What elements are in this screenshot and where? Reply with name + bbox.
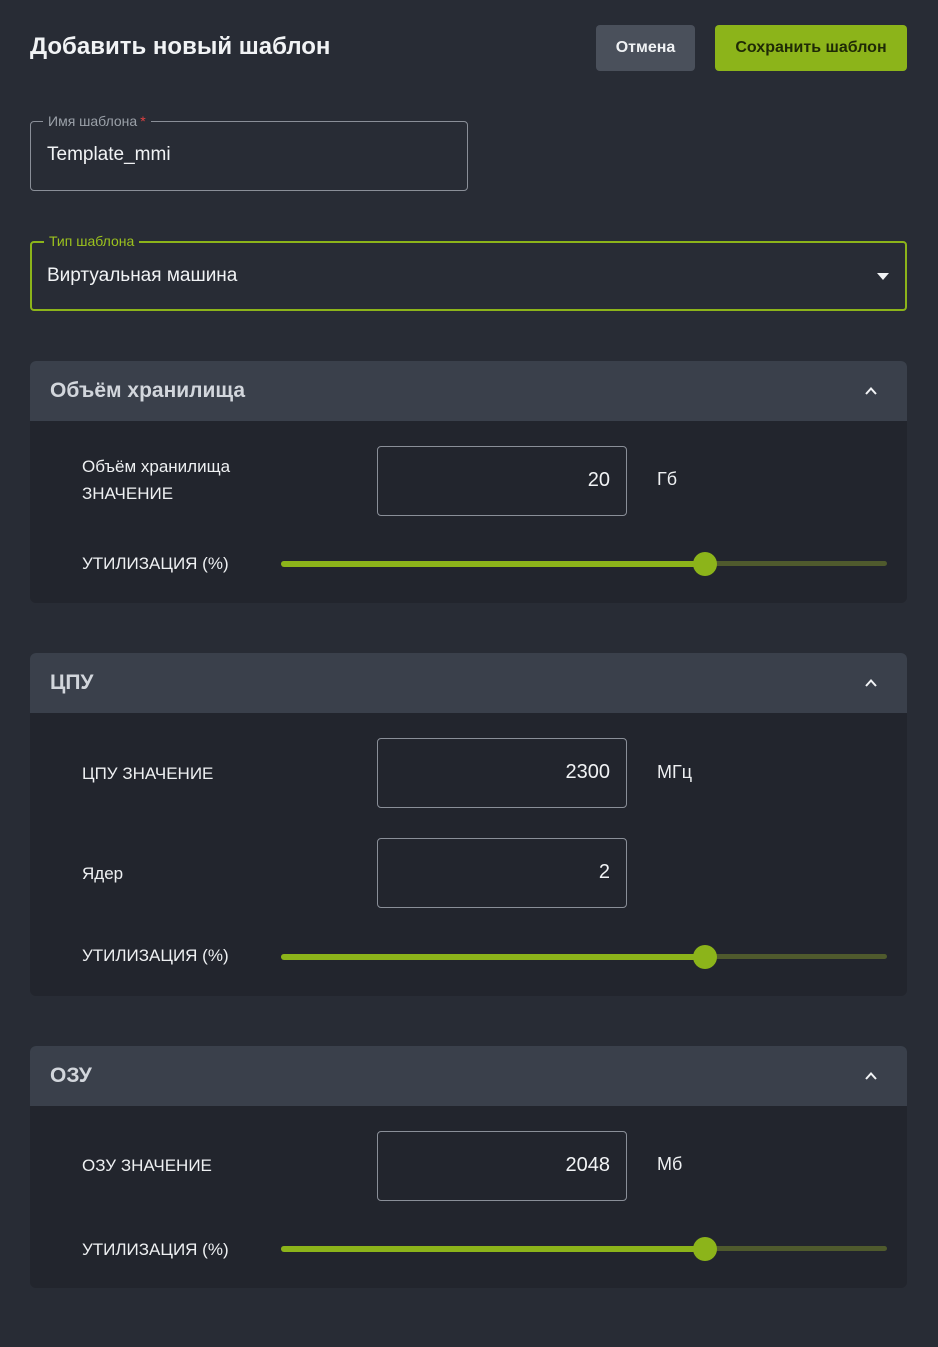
chevron-up-icon[interactable] [865,1070,877,1082]
storage-unit: Гб [657,469,678,489]
template-type-label: Тип шаблона [44,233,140,249]
storage-value-input[interactable]: 20 [377,446,627,516]
slider-thumb[interactable] [693,1237,718,1261]
slider-thumb[interactable] [693,552,718,576]
cpu-cores-value: 2 [598,861,610,883]
ram-value: 2048 [565,1154,611,1176]
dropdown-caret-icon[interactable] [877,273,889,280]
storage-value-label-line1: Объём хранилища [82,457,231,476]
required-mark: * [140,113,146,129]
storage-value-label: Объём хранилища ЗНАЧЕНИЕ [82,453,230,507]
chevron-up-icon[interactable] [865,677,877,689]
ram-panel-title: ОЗУ [50,1064,92,1087]
slider-thumb[interactable] [693,945,718,969]
ram-utilization-label: УТИЛИЗАЦИЯ (%) [82,1240,229,1259]
cpu-utilization-slider[interactable] [281,945,887,969]
ram-panel-header[interactable]: ОЗУ [30,1046,907,1106]
cpu-value-input[interactable]: 2300 [377,738,627,808]
template-type-select[interactable]: Тип шаблона Виртуальная машина [30,233,907,311]
cpu-panel-title: ЦПУ [50,671,94,694]
storage-utilization-slider[interactable] [281,552,887,576]
ram-panel: ОЗУ ОЗУ ЗНАЧЕНИЕ 2048 Мб УТИЛИЗАЦИЯ (%) [30,1046,907,1288]
storage-utilization-label: УТИЛИЗАЦИЯ (%) [82,554,229,573]
storage-panel-title: Объём хранилища [50,379,246,402]
slider-fill [281,954,706,960]
cpu-unit: МГц [657,762,693,782]
cpu-value: 2300 [565,761,611,783]
chevron-up-icon[interactable] [865,385,877,397]
ram-unit: Мб [657,1154,683,1174]
storage-value: 20 [587,469,610,491]
template-name-value: Template_mmi [47,144,171,165]
cpu-value-label: ЦПУ ЗНАЧЕНИЕ [82,764,214,783]
cpu-utilization-label: УТИЛИЗАЦИЯ (%) [82,946,229,965]
cpu-panel: ЦПУ ЦПУ ЗНАЧЕНИЕ 2300 МГц Ядер 2 УТИЛИЗА… [30,653,907,996]
page-title: Добавить новый шаблон [30,33,331,60]
cancel-button[interactable]: Отмена [596,25,695,71]
slider-fill [281,1246,706,1252]
ram-value-label: ОЗУ ЗНАЧЕНИЕ [82,1156,212,1175]
storage-panel-header[interactable]: Объём хранилища [30,361,907,421]
save-template-button[interactable]: Сохранить шаблон [715,25,907,71]
template-type-value: Виртуальная машина [47,265,238,286]
template-name-label: Имя шаблона * [43,113,151,129]
cpu-panel-header[interactable]: ЦПУ [30,653,907,713]
storage-value-label-line2: ЗНАЧЕНИЕ [82,484,174,503]
cpu-cores-label: Ядер [82,864,124,883]
cpu-cores-input[interactable]: 2 [377,838,627,908]
ram-value-input[interactable]: 2048 [377,1131,627,1201]
ram-utilization-slider[interactable] [281,1237,887,1261]
storage-panel: Объём хранилища Объём хранилища ЗНАЧЕНИЕ… [30,361,907,603]
template-name-field[interactable]: Имя шаблона * Template_mmi [30,113,468,191]
slider-fill [281,561,706,567]
